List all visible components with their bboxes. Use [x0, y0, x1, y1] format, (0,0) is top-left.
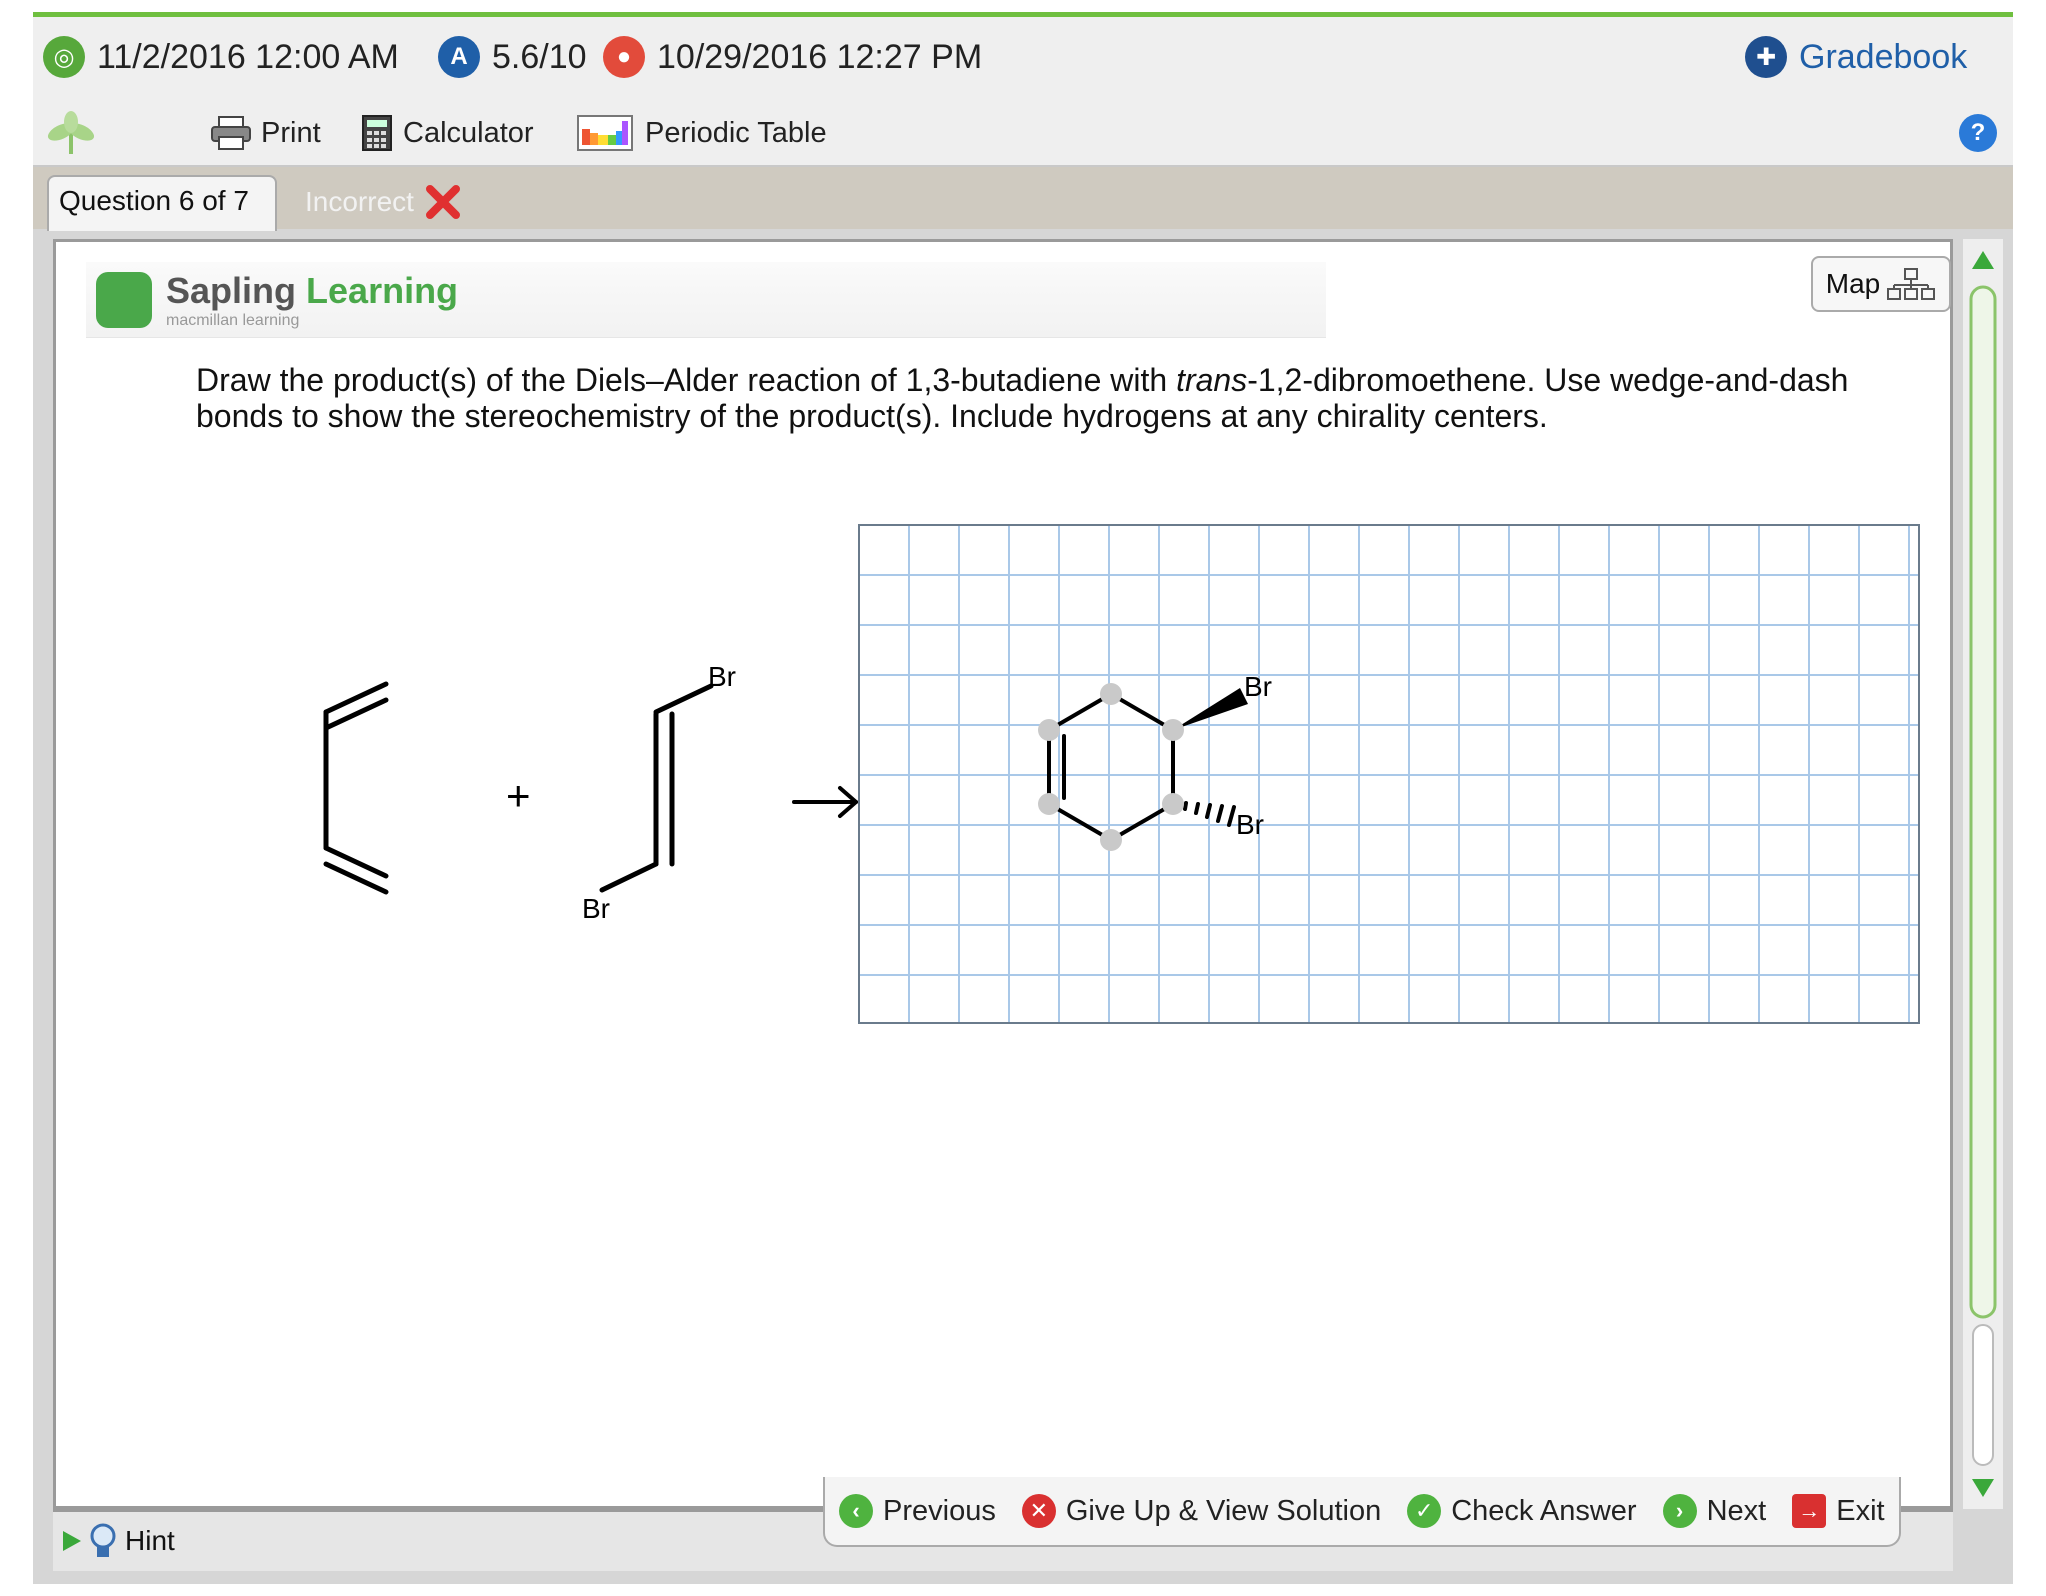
- next-arrow-icon: ›: [1662, 1494, 1697, 1528]
- map-button[interactable]: Map: [1811, 256, 1951, 312]
- toolbar: Print Calculator Periodic Table ?: [33, 99, 2013, 167]
- check-answer-label: Check Answer: [1451, 1494, 1637, 1527]
- tab-question[interactable]: Question 6 of 7: [47, 175, 277, 231]
- lightbulb-icon: [90, 1523, 116, 1557]
- brand-name-part2: Learning: [306, 269, 459, 311]
- reaction-arrow: [792, 786, 860, 818]
- previous-label: Previous: [883, 1494, 996, 1527]
- submitted-group: ● 10/29/2016 12:27 PM: [603, 35, 982, 79]
- reaction-scheme: + Br Br: [323, 661, 860, 924]
- give-up-x-icon: ✕: [1021, 1494, 1056, 1528]
- give-up-label: Give Up & View Solution: [1065, 1494, 1382, 1527]
- gradebook-label: Gradebook: [1799, 37, 1968, 76]
- question-text-1: Draw the product(s) of the Diels–Alder r…: [196, 362, 1177, 398]
- calculator-label: Calculator: [403, 116, 534, 149]
- help-button[interactable]: ?: [1959, 113, 1997, 153]
- periodic-table-button[interactable]: Periodic Table: [577, 113, 827, 153]
- sapling-leaf-icon: [41, 111, 101, 154]
- help-icon: ?: [1959, 114, 1997, 152]
- vertical-scrollbar[interactable]: [1963, 239, 2003, 1509]
- due-date-group: ◎ 11/2/2016 12:00 AM: [43, 35, 399, 79]
- sapling-brand: Sapling Learning macmillan learning: [86, 262, 1326, 338]
- exit-button[interactable]: → Exit: [1792, 1494, 1885, 1528]
- drawing-canvas[interactable]: Br Br: [858, 524, 1920, 1024]
- brand-name: Sapling Learning: [166, 270, 458, 312]
- brand-subtitle: macmillan learning: [166, 311, 300, 329]
- calculator-button[interactable]: Calculator: [361, 113, 534, 153]
- next-button[interactable]: › Next: [1662, 1494, 1767, 1528]
- map-tree-icon: [1887, 268, 1936, 300]
- status-badge: Incorrect: [305, 183, 462, 221]
- score: 5.6/10: [492, 37, 587, 76]
- br-label-bottom: Br: [582, 893, 610, 924]
- exit-door-icon: →: [1792, 1494, 1827, 1528]
- gradebook-link[interactable]: ✚ Gradebook: [1745, 35, 1967, 79]
- product-br-dash[interactable]: Br: [1236, 809, 1264, 840]
- periodic-table-icon: [577, 115, 633, 151]
- gradebook-icon: ✚: [1745, 36, 1787, 78]
- navigation-buttons: ‹ Previous ✕ Give Up & View Solution ✓ C…: [823, 1477, 1901, 1547]
- app-frame: ◎ 11/2/2016 12:00 AM A 5.6/10 ● 10/29/20…: [33, 12, 2013, 1584]
- submitted-date: 10/29/2016 12:27 PM: [657, 37, 983, 76]
- score-icon: A: [438, 36, 480, 78]
- check-answer-button[interactable]: ✓ Check Answer: [1407, 1494, 1637, 1528]
- exit-label: Exit: [1836, 1494, 1885, 1527]
- br-label-top: Br: [708, 661, 736, 692]
- question-text-italic: trans: [1176, 362, 1248, 398]
- tab-row: Question 6 of 7 Incorrect: [33, 167, 2013, 231]
- calculator-icon: [362, 115, 392, 151]
- sapling-logo-icon: [96, 271, 152, 328]
- scroll-thumb: [1969, 285, 1997, 1319]
- print-button[interactable]: Print: [209, 113, 321, 153]
- question-panel: Sapling Learning macmillan learning Map …: [53, 239, 1953, 1509]
- atom-nodes: [1038, 683, 1184, 851]
- butadiene-structure: [323, 681, 389, 895]
- incorrect-x-icon: [425, 185, 460, 219]
- give-up-button[interactable]: ✕ Give Up & View Solution: [1021, 1494, 1382, 1528]
- print-label: Print: [261, 116, 321, 149]
- hint-button[interactable]: Hint: [53, 1522, 175, 1560]
- footprint-icon: ●: [603, 36, 645, 78]
- map-label: Map: [1825, 268, 1881, 299]
- product-structure: Br Br: [1038, 671, 1272, 851]
- top-bar: ◎ 11/2/2016 12:00 AM A 5.6/10 ● 10/29/20…: [33, 17, 2013, 99]
- plus-sign: +: [506, 772, 531, 819]
- due-date: 11/2/2016 12:00 AM: [97, 37, 399, 76]
- next-label: Next: [1706, 1494, 1767, 1527]
- printer-icon: [211, 116, 251, 150]
- alarm-clock-icon: ◎: [43, 36, 85, 78]
- dibromoethene-structure: [599, 683, 714, 893]
- play-triangle-icon: [63, 1531, 81, 1551]
- periodic-table-label: Periodic Table: [645, 116, 827, 149]
- status-label: Incorrect: [305, 186, 414, 217]
- dash-bond: [1183, 801, 1236, 827]
- question-number: Question 6 of 7: [59, 185, 249, 216]
- scroll-up-icon: [1972, 251, 1994, 269]
- previous-button[interactable]: ‹ Previous: [839, 1494, 996, 1528]
- product-br-wedge[interactable]: Br: [1244, 671, 1272, 702]
- check-mark-icon: ✓: [1407, 1494, 1442, 1528]
- brand-name-part1: Sapling: [166, 269, 297, 311]
- question-text: Draw the product(s) of the Diels–Alder r…: [196, 362, 1896, 434]
- scrollbar-graphics: [1969, 251, 1997, 1497]
- hint-label: Hint: [125, 1525, 175, 1556]
- previous-arrow-icon: ‹: [839, 1494, 873, 1528]
- wedge-bond: [1173, 688, 1248, 730]
- score-group: A 5.6/10: [438, 35, 587, 79]
- scroll-down-icon: [1972, 1479, 1994, 1497]
